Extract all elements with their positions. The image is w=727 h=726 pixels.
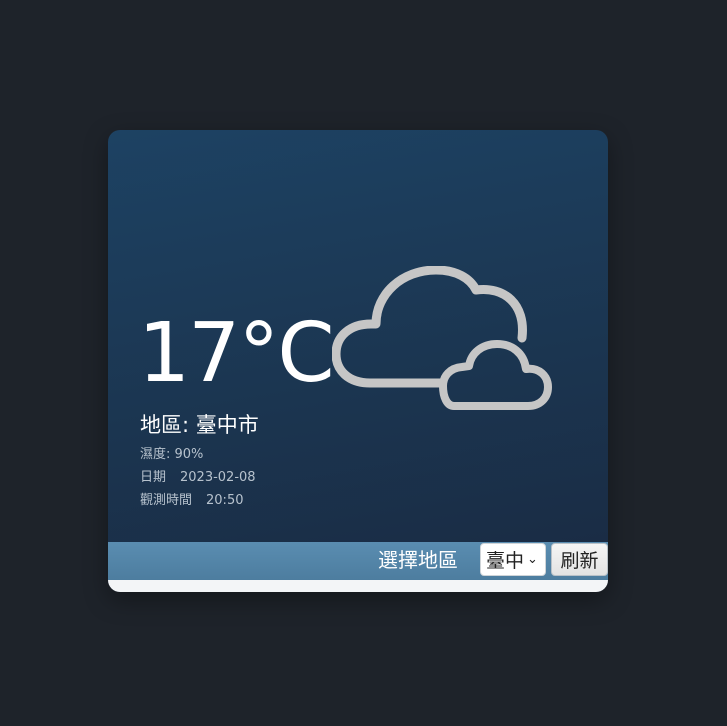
small-cloud-icon	[439, 340, 552, 410]
cloudy-icon	[332, 266, 552, 410]
humidity: 濕度: 90%	[140, 447, 204, 462]
control-bar: 選擇地區 臺中 ⌄ 刷新	[108, 542, 608, 580]
region-select[interactable]: 臺中 ⌄	[480, 543, 546, 576]
date-value: 2023-02-08	[180, 470, 256, 485]
bottom-strip	[108, 580, 608, 592]
date-row: 日期 2023-02-08	[140, 466, 256, 489]
select-region-label: 選擇地區	[378, 548, 458, 572]
region-select-value: 臺中	[486, 550, 525, 572]
refresh-button[interactable]: 刷新	[551, 543, 608, 576]
chevron-down-icon: ⌄	[527, 552, 538, 567]
temperature: 17°C	[138, 306, 335, 401]
time-row: 觀測時間 20:50	[140, 489, 256, 512]
weather-card: 17°C 地區: 臺中市 濕度: 90% 日期 2023-02-08 觀測時間 20…	[108, 130, 608, 592]
time-label: 觀測時間	[140, 493, 193, 508]
large-cloud-icon	[332, 266, 527, 388]
weather-details: 濕度: 90% 日期 2023-02-08 觀測時間 20:50	[140, 443, 256, 512]
time-value: 20:50	[206, 493, 244, 508]
date-label: 日期	[140, 470, 167, 485]
region-label: 地區: 臺中市	[140, 413, 259, 437]
